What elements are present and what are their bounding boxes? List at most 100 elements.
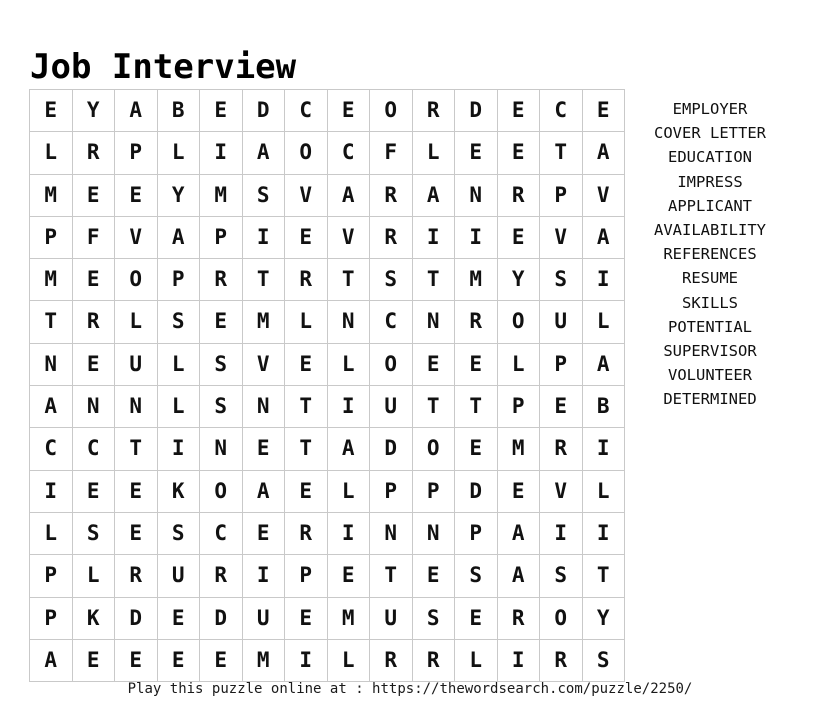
grid-cell[interactable]: L [72,554,115,598]
grid-cell[interactable]: M [327,597,370,640]
grid-cell[interactable]: S [72,512,115,556]
grid-cell[interactable]: R [412,639,455,683]
grid-cell[interactable]: I [199,131,243,175]
grid-cell[interactable]: P [157,258,200,302]
grid-cell[interactable]: L [30,512,73,556]
grid-cell[interactable]: E [284,470,328,513]
grid-cell[interactable]: T [412,258,455,302]
grid-cell[interactable]: I [539,512,583,556]
grid-cell[interactable]: A [157,216,200,260]
grid-cell[interactable]: L [454,639,498,683]
grid-cell[interactable]: Y [72,90,115,133]
grid-cell[interactable]: A [30,639,73,683]
grid-cell[interactable]: M [242,639,285,683]
grid-cell[interactable]: S [157,512,200,556]
grid-cell[interactable]: I [242,216,285,260]
word-list-item[interactable]: RESUME [624,266,796,290]
word-list-item[interactable]: VOLUNTEER [624,363,796,387]
grid-cell[interactable]: U [157,554,200,598]
word-search-grid[interactable]: EYABEDCEORDECELRPLIAOCFLEETAMEEYMSVARANR… [29,89,625,683]
grid-cell[interactable]: P [199,216,243,260]
grid-cell[interactable]: E [72,174,115,217]
grid-cell[interactable]: V [582,174,625,217]
grid-cell[interactable]: D [454,470,498,513]
grid-cell[interactable]: C [327,131,370,175]
grid-cell[interactable]: P [454,512,498,556]
grid-cell[interactable]: E [454,427,498,471]
grid-cell[interactable]: M [199,174,243,217]
grid-cell[interactable]: A [327,427,370,471]
grid-cell[interactable]: E [539,385,583,429]
grid-cell[interactable]: E [582,90,625,133]
grid-cell[interactable]: L [30,131,73,175]
grid-cell[interactable]: S [369,258,413,302]
grid-cell[interactable]: R [284,512,328,556]
word-list-item[interactable]: SUPERVISOR [624,339,796,363]
word-list-item[interactable]: AVAILABILITY [624,218,796,242]
grid-cell[interactable]: S [157,300,200,344]
grid-cell[interactable]: A [582,131,625,175]
grid-cell[interactable]: R [369,174,413,217]
grid-cell[interactable]: O [412,427,455,471]
grid-cell[interactable]: T [30,300,73,344]
grid-cell[interactable]: L [412,131,455,175]
grid-cell[interactable]: Y [157,174,200,217]
grid-cell[interactable]: C [539,90,583,133]
grid-cell[interactable]: O [369,343,413,387]
grid-cell[interactable]: E [199,300,243,344]
grid-cell[interactable]: N [327,300,370,344]
grid-cell[interactable]: A [114,90,158,133]
grid-cell[interactable]: N [454,174,498,217]
grid-cell[interactable]: R [369,216,413,260]
grid-cell[interactable]: I [327,385,370,429]
grid-cell[interactable]: V [327,216,370,260]
grid-cell[interactable]: E [114,174,158,217]
grid-cell[interactable]: S [539,554,583,598]
grid-cell[interactable]: O [199,470,243,513]
grid-cell[interactable]: E [242,512,285,556]
grid-cell[interactable]: D [199,597,243,640]
grid-cell[interactable]: C [30,427,73,471]
grid-cell[interactable]: N [242,385,285,429]
word-list-item[interactable]: IMPRESS [624,170,796,194]
word-list-item[interactable]: REFERENCES [624,242,796,266]
grid-cell[interactable]: T [369,554,413,598]
grid-cell[interactable]: I [454,216,498,260]
grid-cell[interactable]: D [454,90,498,133]
grid-cell[interactable]: A [497,512,540,556]
grid-cell[interactable]: T [327,258,370,302]
grid-cell[interactable]: R [114,554,158,598]
grid-cell[interactable]: A [242,131,285,175]
grid-cell[interactable]: E [284,216,328,260]
grid-cell[interactable]: L [497,343,540,387]
grid-cell[interactable]: L [157,385,200,429]
grid-cell[interactable]: D [114,597,158,640]
grid-cell[interactable]: I [157,427,200,471]
grid-cell[interactable]: E [199,90,243,133]
grid-cell[interactable]: U [242,597,285,640]
grid-cell[interactable]: E [72,470,115,513]
grid-cell[interactable]: E [284,343,328,387]
grid-cell[interactable]: P [30,597,73,640]
grid-cell[interactable]: D [242,90,285,133]
grid-cell[interactable]: V [539,470,583,513]
grid-cell[interactable]: S [539,258,583,302]
grid-cell[interactable]: R [539,639,583,683]
grid-cell[interactable]: R [72,131,115,175]
grid-cell[interactable]: K [72,597,115,640]
grid-cell[interactable]: I [327,512,370,556]
grid-cell[interactable]: E [114,639,158,683]
grid-cell[interactable]: B [157,90,200,133]
grid-cell[interactable]: U [369,597,413,640]
grid-cell[interactable]: P [30,216,73,260]
grid-cell[interactable]: M [30,174,73,217]
word-list-item[interactable]: APPLICANT [624,194,796,218]
grid-cell[interactable]: U [114,343,158,387]
grid-cell[interactable]: S [199,343,243,387]
grid-cell[interactable]: R [369,639,413,683]
grid-cell[interactable]: N [30,343,73,387]
grid-cell[interactable]: R [539,427,583,471]
grid-cell[interactable]: V [539,216,583,260]
grid-cell[interactable]: E [284,597,328,640]
word-list-item[interactable]: DETERMINED [624,387,796,411]
